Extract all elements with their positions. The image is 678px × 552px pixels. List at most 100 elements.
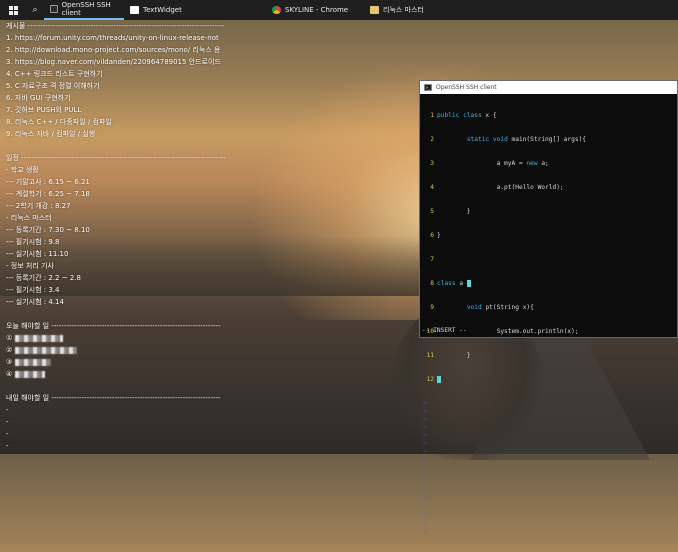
empty-buffer-line: ~ (422, 408, 677, 416)
board-item: 5. C 자료구조 격 정렬 이해하기 (6, 82, 100, 90)
code-keyword: class (437, 280, 456, 287)
tilde-marker: ~ (423, 432, 427, 439)
tilde-marker: ~ (423, 520, 427, 527)
schedule-item: --- 필기시험 : 9.8 (6, 238, 60, 246)
code-keyword: static void (466, 136, 508, 143)
code-line: 11 } (426, 352, 471, 359)
empty-buffer-line: ~ (422, 440, 677, 448)
board-item: 7. 깃허브 PUSH와 PULL (6, 106, 82, 114)
empty-buffer-line: ~ (422, 432, 677, 440)
tilde-marker: ~ (423, 448, 427, 455)
schedule-item: --- 실기시험 : 4.14 (6, 298, 64, 306)
tilde-marker: ~ (423, 480, 427, 487)
tomorrow-item: - (6, 418, 9, 426)
chrome-icon (272, 6, 281, 14)
board-item: 2. http://download.mono-project.com/sour… (6, 46, 221, 54)
taskbar-app-openssh[interactable]: OpenSSH SSH client (44, 0, 124, 20)
empty-buffer-line: ~ (422, 448, 677, 456)
redacted-text (14, 334, 63, 342)
code-text: } (437, 208, 471, 215)
taskbar-app-chrome[interactable]: SKYLINE - Chrome (266, 0, 360, 20)
redacted-text (14, 370, 45, 378)
schedule-item: --- 2학기 개강 : 8.27 (6, 202, 71, 210)
tilde-marker: ~ (423, 408, 427, 415)
code-text: a.pt(Hello World); (437, 184, 564, 191)
code-text: class a (437, 280, 471, 288)
schedule-item: --- 등록기간 : 7.30 ~ 8.10 (6, 226, 90, 234)
window-title: OpenSSH SSH client (436, 84, 497, 91)
empty-buffer-line: ~ (422, 480, 677, 488)
tilde-marker: ~ (423, 400, 427, 407)
redacted-text (14, 358, 51, 366)
schedule-item: - 정보 처리 기사 (6, 262, 54, 270)
empty-buffer-line: ~ (422, 424, 677, 432)
redacted-text (14, 346, 77, 354)
taskbar-app-label: TextWidget (143, 6, 182, 14)
tilde-marker: ~ (423, 512, 427, 519)
taskbar-app-label: OpenSSH SSH client (61, 1, 111, 17)
vim-mode-status: -- INSERT -- (422, 327, 467, 334)
code-keyword: new (526, 160, 538, 167)
code-line: 12 (422, 376, 677, 384)
today-item: ③ (6, 356, 251, 368)
today-header: 오늘 해야할 일 -------------------------------… (6, 322, 221, 330)
code-line: 6} (430, 232, 441, 239)
empty-buffer-line: ~ (422, 520, 677, 528)
schedule-item: - 학교 생활 (6, 166, 39, 174)
empty-buffer-line: ~ (422, 472, 677, 480)
taskbar-app-folder[interactable]: 리눅스 마스터 (364, 0, 446, 20)
code-line: 4 a.pt(Hello World); (430, 184, 564, 191)
search-icon[interactable]: ⌕ (26, 0, 44, 20)
empty-buffer-line: ~ (422, 400, 677, 408)
board-item: 4. C++ 링크드 리스트 구현하기 (6, 70, 103, 78)
ssh-title-bar[interactable]: >_ OpenSSH SSH client (420, 81, 677, 94)
tilde-marker: ~ (423, 504, 427, 511)
windows-logo-icon (8, 5, 18, 15)
empty-buffer-line: ~ (422, 488, 677, 496)
text-cursor (466, 280, 471, 287)
tilde-marker: ~ (423, 456, 427, 463)
tomorrow-item: - (6, 442, 9, 450)
schedule-item: - 리눅스 마스터 (6, 214, 52, 222)
tilde-marker: ~ (423, 424, 427, 431)
empty-buffer-line: ~ (422, 456, 677, 464)
taskbar: ⌕ OpenSSH SSH client TextWidget SKYLINE … (0, 0, 678, 20)
taskbar-app-label: SKYLINE - Chrome (285, 6, 349, 14)
ssh-client-window[interactable]: >_ OpenSSH SSH client 1 public class x { … (419, 80, 678, 535)
code-line: 7 (430, 256, 434, 263)
empty-buffer-line: ~ (422, 528, 677, 536)
today-item: ① (6, 332, 251, 344)
taskbar-app-textwidget[interactable]: TextWidget (124, 0, 206, 20)
board-item: 3. https://blog.naver.com/vildanden/2209… (6, 58, 221, 66)
code-line: 5 } (430, 208, 471, 215)
code-text: } (437, 232, 441, 239)
code-line: 1 public class x { (430, 112, 497, 119)
tomorrow-header: 내일 해야할 일 -------------------------------… (6, 394, 221, 402)
code-text: static void main(String[] args){ (466, 136, 587, 143)
empty-buffer-line: ~ (422, 496, 677, 504)
tomorrow-item: - (6, 406, 9, 414)
vim-editor[interactable]: 1 public class x { 2 static void main(Str… (420, 94, 677, 552)
code-text: a myA = new a; (437, 160, 549, 167)
tilde-marker: ~ (423, 464, 427, 471)
schedule-item: --- 계절학기 : 6.25 ~ 7.18 (6, 190, 90, 198)
code-text: void pt(String x){ (466, 304, 534, 311)
terminal-icon (50, 5, 58, 13)
board-item: 6. 자바 GUI 구현하기 (6, 94, 71, 102)
start-button[interactable] (0, 0, 26, 20)
schedule-item: --- 실기시험 : 11.10 (6, 250, 69, 258)
schedule-item: --- 등록기간 : 2.2 ~ 2.8 (6, 274, 81, 282)
board-item: 8. 리눅스 C++ / 다중파일 / 컴파일 (6, 118, 112, 126)
text-widget-notes: 게시물 ------------------------------------… (6, 20, 251, 452)
empty-buffer-line: ~ (422, 512, 677, 520)
taskbar-app-label: 리눅스 마스터 (383, 6, 424, 14)
empty-buffer-line: ~ (422, 504, 677, 512)
code-text: } (437, 352, 471, 359)
tilde-marker: ~ (423, 416, 427, 423)
folder-icon (370, 6, 379, 14)
code-text: public class x { (437, 112, 497, 119)
code-line: 8 class a (422, 280, 677, 288)
text-cursor (437, 376, 441, 383)
schedule-header: 일정 -------------------------------------… (6, 154, 226, 162)
board-header: 게시물 ------------------------------------… (6, 22, 225, 30)
